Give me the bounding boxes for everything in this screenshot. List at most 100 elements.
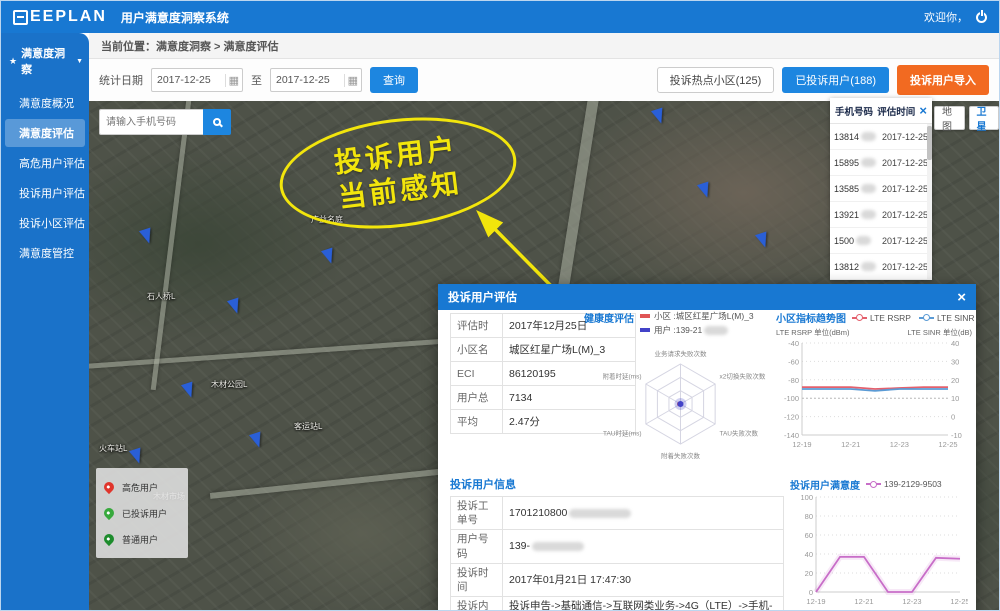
- svg-text:20: 20: [951, 376, 959, 385]
- user-marker-icon[interactable]: [181, 382, 197, 400]
- svg-text:80: 80: [805, 512, 813, 521]
- map-type-button[interactable]: 卫星: [969, 106, 1000, 130]
- complained-users-button[interactable]: 已投诉用户(188): [782, 67, 889, 93]
- map-legend-label: 高危用户: [122, 481, 158, 494]
- svg-text:12-19: 12-19: [792, 440, 811, 449]
- svg-text:40: 40: [951, 339, 959, 348]
- map-pin-icon: [102, 532, 116, 546]
- health-evaluation-block: 健康度评估 小区 :城区红星广场L(M)_3用户 :139-21 业务请求失败次…: [584, 310, 772, 469]
- svg-text:12-25: 12-25: [938, 440, 957, 449]
- user-marker-icon[interactable]: [129, 448, 145, 466]
- date-filter-label: 统计日期: [99, 72, 143, 88]
- complaint-field-value: 2017年01月21日 17:47:30: [503, 563, 784, 596]
- phone-list-row[interactable]: 13585 2017-12-25: [830, 176, 932, 202]
- import-users-button[interactable]: 投诉用户导入: [897, 65, 989, 95]
- sidebar-item[interactable]: 高危用户评估: [5, 149, 85, 177]
- breadcrumb-path: 满意度洞察 > 满意度评估: [156, 38, 279, 54]
- complaint-field-label: 投诉内容: [451, 597, 503, 611]
- user-marker-icon[interactable]: [249, 432, 265, 450]
- sidebar-item[interactable]: 投诉小区评估: [5, 209, 85, 237]
- phone-number: 1500: [834, 236, 871, 246]
- calendar-icon[interactable]: ▦: [225, 74, 239, 87]
- phone-number: 13921: [834, 210, 876, 220]
- legend-entry: LTE RSRP: [852, 313, 911, 323]
- hotspot-cells-button[interactable]: 投诉热点小区(125): [657, 67, 775, 93]
- user-marker-icon[interactable]: [227, 298, 243, 316]
- user-marker-icon[interactable]: [321, 248, 337, 266]
- svg-text:-100: -100: [784, 394, 799, 403]
- close-icon[interactable]: ×: [957, 290, 966, 305]
- map-type-button[interactable]: 地图: [934, 106, 965, 130]
- map-type-buttons: 地图卫星: [934, 106, 999, 130]
- date-to-input[interactable]: [274, 73, 340, 87]
- blurred-text: [861, 132, 876, 141]
- sidebar-item[interactable]: 满意度管控: [5, 239, 85, 267]
- phone-list-row[interactable]: 139212017-12-25: [830, 202, 932, 228]
- phone-list-row[interactable]: 138142017-12-25: [830, 124, 932, 150]
- search-button[interactable]: [203, 109, 231, 135]
- complaint-field-label: 投诉工单号: [451, 497, 503, 530]
- road: [151, 101, 193, 390]
- sidebar-nav: 满意度概况满意度评估高危用户评估投诉用户评估投诉小区评估满意度管控: [1, 89, 89, 267]
- scrollbar-thumb[interactable]: [927, 126, 932, 160]
- svg-text:-80: -80: [788, 376, 799, 385]
- phone-rows: 138142017-12-25 15895 2017-12-25 13585 2017-…: [830, 124, 932, 280]
- breadcrumb: 当前位置： 满意度洞察 > 满意度评估: [89, 33, 999, 59]
- sidebar-item[interactable]: 满意度评估: [5, 119, 85, 147]
- svg-text:附着时延(ms): 附着时延(ms): [603, 372, 642, 381]
- query-button[interactable]: 查询: [370, 67, 418, 93]
- evaluation-date: 2017-12-25: [882, 262, 928, 272]
- phone-list-row[interactable]: 13812 2017-12-25: [830, 254, 932, 280]
- svg-text:-40: -40: [788, 339, 799, 348]
- svg-text:100: 100: [800, 493, 813, 502]
- legend-entry: 139-2129-9503: [866, 479, 942, 489]
- evaluation-date: 2017-12-25: [882, 184, 928, 194]
- phone-number: 13585: [834, 184, 876, 194]
- legend-label: 小区 :城区红星广场L(M)_3: [654, 310, 754, 322]
- phone-search-input[interactable]: [99, 109, 203, 135]
- phone-panel-header: 手机号码 评估时间 ×: [830, 98, 932, 124]
- user-marker-icon[interactable]: [651, 108, 667, 126]
- welcome-text: 欢迎你，: [924, 9, 968, 25]
- user-marker-icon[interactable]: [755, 232, 771, 250]
- logout-power-icon[interactable]: [976, 12, 987, 23]
- panel-scrollbar[interactable]: [927, 124, 932, 280]
- sidebar-item[interactable]: 满意度概况: [5, 89, 85, 117]
- svg-text:0: 0: [951, 413, 955, 422]
- blurred-text: [861, 158, 876, 167]
- legend-marker-icon: [866, 483, 881, 485]
- phone-number: 15895: [834, 158, 876, 168]
- legend-marker-icon: [640, 314, 650, 318]
- evaluation-field-label: 小区名: [451, 338, 503, 362]
- sidebar-item[interactable]: 投诉用户评估: [5, 179, 85, 207]
- close-icon[interactable]: ×: [919, 104, 927, 117]
- chevron-down-icon: ▼: [76, 58, 83, 65]
- filter-bar: 统计日期 ▦ 至 ▦ 查询 投诉热点小区(125) 已投诉用户(188) 投诉用…: [89, 59, 999, 101]
- phone-list-row[interactable]: 15002017-12-25: [830, 228, 932, 254]
- app-header: EEPLAN 用户满意度洞察系统 欢迎你，: [1, 1, 999, 33]
- svg-text:-60: -60: [788, 357, 799, 366]
- date-from-input[interactable]: [155, 73, 221, 87]
- legend-entry: LTE SINR: [919, 313, 975, 323]
- complaint-user-evaluation-popup: 投诉用户评估 × 评估时2017年12月25日小区名城区红星广场L(M)_3EC…: [438, 284, 976, 611]
- satisfaction-title: 投诉用户满意度: [790, 477, 860, 492]
- phone-number: 13812: [834, 262, 876, 272]
- search-icon: [213, 118, 221, 126]
- trend-title: 小区指标趋势图: [776, 310, 846, 325]
- cell-trend-chart: -40-60-80-100-120-140403020100-1012-1912…: [776, 338, 972, 450]
- calendar-icon[interactable]: ▦: [344, 74, 358, 87]
- street-label: 火车站L: [99, 443, 127, 454]
- svg-text:12-19: 12-19: [806, 597, 825, 606]
- evaluation-date: 2017-12-25: [882, 158, 928, 168]
- sidebar-root-menu[interactable]: ★ 满意度洞察 ▼: [1, 33, 89, 87]
- app-title: 用户满意度洞察系统: [121, 9, 229, 26]
- legend-label: 139-2129-9503: [884, 479, 942, 489]
- legend-entry: 用户 :139-21: [640, 324, 754, 336]
- phone-list-panel: 手机号码 评估时间 × 138142017-12-25 15895 2017-12-…: [830, 98, 932, 280]
- user-marker-icon[interactable]: [697, 182, 713, 200]
- phone-list-row[interactable]: 15895 2017-12-25: [830, 150, 932, 176]
- blurred-text: [856, 236, 871, 245]
- svg-text:0: 0: [809, 588, 813, 597]
- user-marker-icon[interactable]: [139, 228, 155, 246]
- sidebar-root-label: 满意度洞察: [21, 45, 70, 77]
